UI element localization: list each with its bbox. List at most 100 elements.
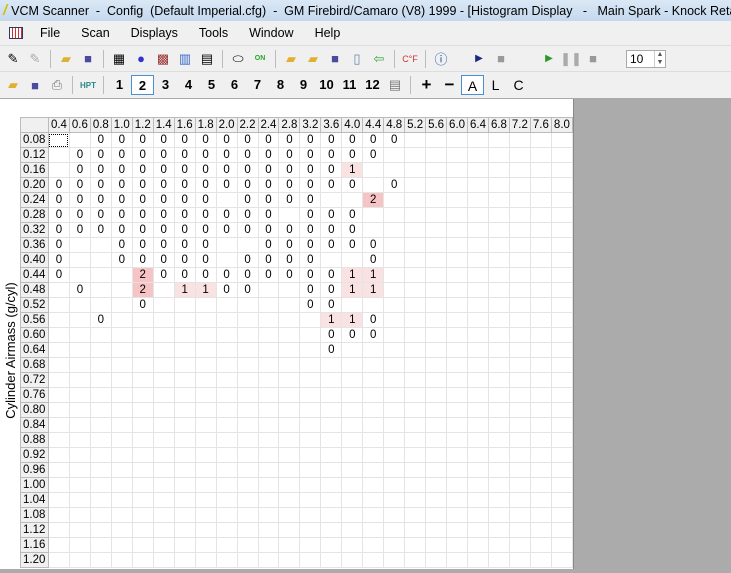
- histogram-cell[interactable]: 0: [131, 207, 154, 223]
- histogram-cell[interactable]: 0: [215, 222, 238, 238]
- histogram-cell[interactable]: [467, 462, 489, 478]
- histogram-cell[interactable]: [446, 537, 469, 553]
- histogram-cell[interactable]: [446, 477, 469, 493]
- histogram-cell[interactable]: [320, 492, 343, 508]
- histogram-cell[interactable]: [257, 507, 280, 523]
- histogram-cell[interactable]: [487, 237, 510, 253]
- histogram-cell[interactable]: [131, 417, 154, 433]
- histogram-cell[interactable]: [383, 162, 406, 178]
- histogram-cell[interactable]: [236, 447, 259, 463]
- histogram-cell[interactable]: [446, 357, 469, 373]
- histogram-cell[interactable]: [215, 552, 238, 568]
- open-config-icon[interactable]: ▰: [282, 50, 300, 68]
- histogram-cell[interactable]: [278, 402, 301, 418]
- histogram-cell[interactable]: [278, 522, 301, 538]
- mode-button-c[interactable]: C: [507, 75, 530, 95]
- histogram-cell[interactable]: [529, 432, 552, 448]
- histogram-cell[interactable]: [68, 552, 91, 568]
- histogram-cell[interactable]: [550, 237, 574, 253]
- histogram-cell[interactable]: [487, 252, 510, 268]
- histogram-cell[interactable]: [508, 507, 531, 523]
- histogram-cell[interactable]: [47, 537, 70, 553]
- histogram-cell[interactable]: [467, 522, 489, 538]
- histogram-cell[interactable]: 0: [278, 192, 301, 208]
- histogram-cell[interactable]: 0: [320, 162, 343, 178]
- histogram-cell[interactable]: [487, 312, 510, 328]
- histogram-cell[interactable]: [89, 417, 112, 433]
- histogram-cell[interactable]: [173, 297, 196, 313]
- open-folder-icon[interactable]: ▰: [57, 50, 75, 68]
- histogram-cell[interactable]: [68, 267, 91, 283]
- histogram-cell[interactable]: 1: [341, 282, 364, 298]
- histogram-cell[interactable]: [425, 297, 448, 313]
- zoom-in-button[interactable]: +: [415, 75, 438, 95]
- histogram-cell[interactable]: [362, 417, 385, 433]
- histogram-cell[interactable]: 0: [299, 252, 322, 268]
- histogram-cell[interactable]: [152, 387, 175, 403]
- histogram-cell[interactable]: [173, 417, 196, 433]
- histogram-cell[interactable]: [529, 162, 552, 178]
- histogram-cell[interactable]: [362, 537, 385, 553]
- histogram-cell[interactable]: 0: [320, 207, 343, 223]
- histogram-cell[interactable]: [446, 522, 469, 538]
- histogram-cell[interactable]: [383, 237, 406, 253]
- histogram-cell[interactable]: [508, 462, 531, 478]
- mode-button-a[interactable]: A: [461, 75, 484, 95]
- histogram-cell[interactable]: [467, 477, 489, 493]
- histogram-cell[interactable]: 0: [341, 237, 364, 253]
- histogram-cell[interactable]: [487, 492, 510, 508]
- histogram-cell[interactable]: [467, 177, 489, 193]
- histogram-cell[interactable]: 0: [383, 132, 406, 148]
- histogram-cell[interactable]: [362, 177, 385, 193]
- table-display-icon[interactable]: ▦: [110, 50, 128, 68]
- histogram-cell[interactable]: [173, 342, 196, 358]
- histogram-cell[interactable]: [404, 552, 427, 568]
- histogram-cell[interactable]: [341, 192, 364, 208]
- histogram-cell[interactable]: 0: [110, 177, 133, 193]
- histogram-cell[interactable]: [47, 432, 70, 448]
- histogram-cell[interactable]: [425, 342, 448, 358]
- histogram-cell[interactable]: 0: [362, 312, 385, 328]
- histogram-cell[interactable]: [550, 357, 574, 373]
- histogram-cell[interactable]: [508, 327, 531, 343]
- zoom-out-button[interactable]: −: [438, 75, 461, 95]
- histogram-cell[interactable]: [425, 537, 448, 553]
- page-button-8[interactable]: 8: [269, 75, 292, 95]
- histogram-cell[interactable]: [550, 312, 574, 328]
- histogram-cell[interactable]: [362, 207, 385, 223]
- histogram-cell[interactable]: [446, 132, 469, 148]
- gauge-display-icon[interactable]: ●: [132, 50, 150, 68]
- histogram-cell[interactable]: [320, 357, 343, 373]
- histogram-cell[interactable]: [467, 552, 489, 568]
- histogram-cell[interactable]: [529, 537, 552, 553]
- histogram-cell[interactable]: 0: [110, 237, 133, 253]
- histogram-cell[interactable]: [110, 432, 133, 448]
- histogram-cell[interactable]: [47, 417, 70, 433]
- histogram-cell[interactable]: [89, 282, 112, 298]
- histogram-cell[interactable]: [152, 357, 175, 373]
- histogram-cell[interactable]: [487, 342, 510, 358]
- histogram-cell[interactable]: [320, 552, 343, 568]
- histogram-cell[interactable]: [425, 372, 448, 388]
- histogram-cell[interactable]: [446, 327, 469, 343]
- histogram-cell[interactable]: [173, 387, 196, 403]
- page-button-9[interactable]: 9: [292, 75, 315, 95]
- histogram-cell[interactable]: [47, 342, 70, 358]
- histogram-cell[interactable]: [47, 507, 70, 523]
- histogram-cell[interactable]: 0: [236, 207, 259, 223]
- page-button-12[interactable]: 12: [361, 75, 384, 95]
- histogram-cell[interactable]: [446, 342, 469, 358]
- histogram-cell[interactable]: [194, 552, 217, 568]
- histogram-cell[interactable]: [404, 177, 427, 193]
- histogram-cell[interactable]: [508, 342, 531, 358]
- histogram-cell[interactable]: [299, 357, 322, 373]
- histogram-cell[interactable]: [446, 192, 469, 208]
- histogram-cell[interactable]: [487, 162, 510, 178]
- histogram-cell[interactable]: [215, 537, 238, 553]
- histogram-cell[interactable]: 0: [236, 252, 259, 268]
- histogram-cell[interactable]: [299, 537, 322, 553]
- histogram-cell[interactable]: [320, 402, 343, 418]
- histogram-cell[interactable]: [508, 402, 531, 418]
- histogram-cell[interactable]: [89, 297, 112, 313]
- histogram-cell[interactable]: [236, 462, 259, 478]
